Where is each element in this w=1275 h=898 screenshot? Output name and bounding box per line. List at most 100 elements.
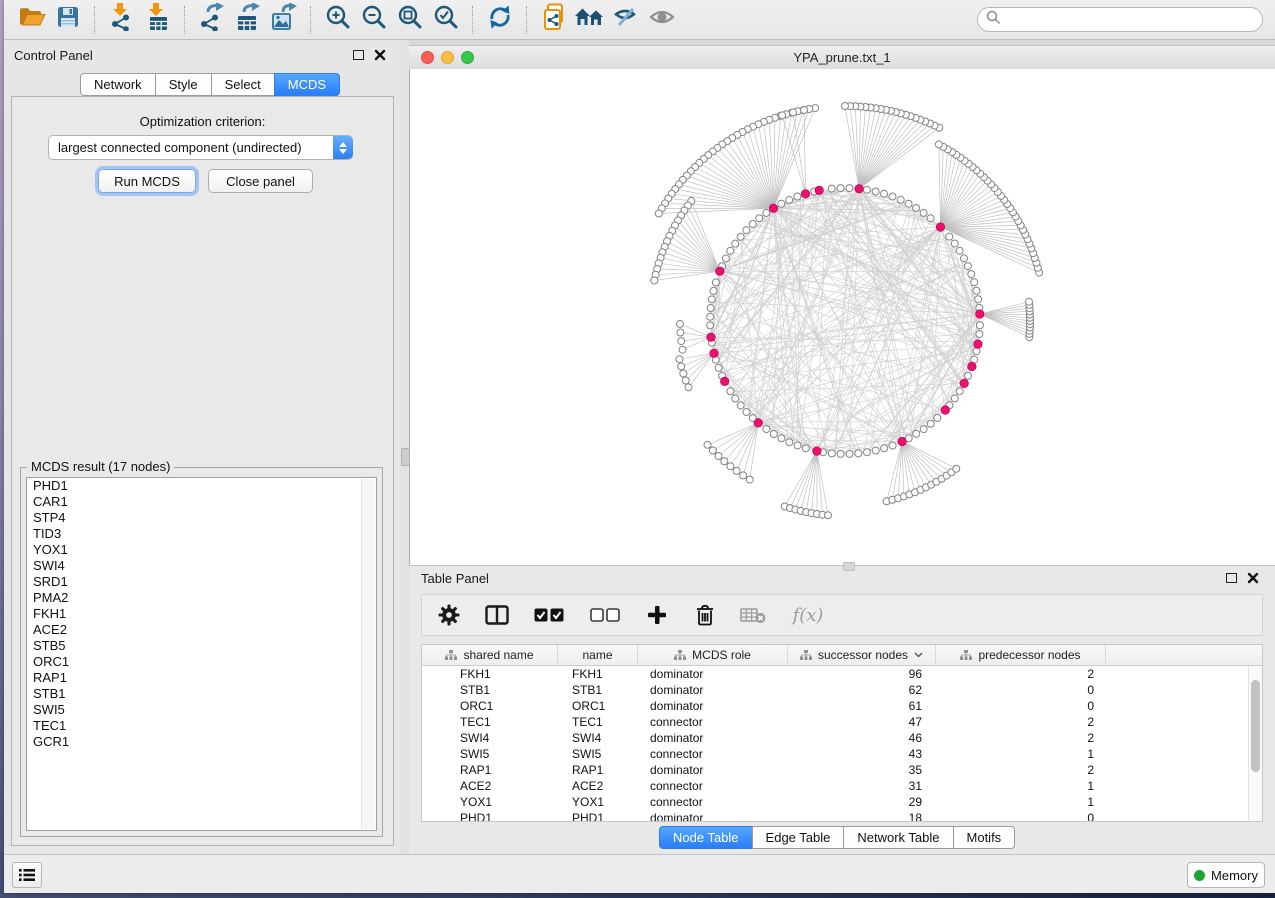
table-settings-button[interactable]	[436, 602, 462, 628]
clone-network-document-icon	[541, 3, 567, 36]
column-header-mcds-role[interactable]: MCDS role	[638, 645, 788, 665]
mcds-result-item[interactable]: SWI4	[27, 558, 376, 574]
zoom-in-button[interactable]	[321, 4, 355, 36]
mcds-result-item[interactable]: SRD1	[27, 574, 376, 590]
table-row[interactable]: SWI5SWI5connector431	[422, 746, 1262, 762]
unselect-all-columns-button[interactable]	[588, 602, 622, 628]
mcds-result-item[interactable]: PMA2	[27, 590, 376, 606]
tab-node-table[interactable]: Node Table	[659, 826, 753, 849]
column-header-shared-name[interactable]: shared name	[422, 645, 558, 665]
close-panel-button-mcds[interactable]: Close panel	[208, 169, 313, 193]
export-table-button[interactable]	[231, 4, 265, 36]
tab-network-table[interactable]: Network Table	[843, 826, 953, 849]
add-column-button[interactable]	[644, 602, 670, 628]
mcds-result-item[interactable]: CAR1	[27, 494, 376, 510]
mcds-result-item[interactable]: STP4	[27, 510, 376, 526]
float-table-panel-button[interactable]	[1226, 573, 1237, 583]
task-history-button[interactable]	[12, 862, 42, 888]
tab-network[interactable]: Network	[80, 73, 156, 96]
export-network-button[interactable]	[195, 4, 229, 36]
delete-table-button[interactable]	[740, 602, 766, 628]
zoom-out-button[interactable]	[357, 4, 391, 36]
mcds-result-item[interactable]: SWI5	[27, 702, 376, 718]
cell-name: SWI4	[558, 731, 638, 745]
table-row[interactable]: SWI4SWI4dominator462	[422, 730, 1262, 746]
new-network-from-selection-button[interactable]	[537, 4, 571, 36]
import-table-button[interactable]	[141, 4, 175, 36]
tab-edge-table[interactable]: Edge Table	[752, 826, 845, 849]
run-mcds-button[interactable]: Run MCDS	[98, 169, 196, 193]
table-tabs: Node Table Edge Table Network Table Moti…	[659, 826, 1015, 849]
mcds-result-item[interactable]: YOX1	[27, 542, 376, 558]
network-canvas[interactable]	[409, 69, 1275, 565]
table-scrollbar[interactable]	[1248, 666, 1262, 821]
export-image-icon	[270, 3, 298, 36]
mcds-result-item[interactable]: FKH1	[27, 606, 376, 622]
node-table: shared name name MCDS role successor nod…	[421, 644, 1263, 822]
cell-role: connector	[638, 779, 788, 793]
table-row[interactable]: FKH1FKH1dominator962	[422, 666, 1262, 682]
delete-columns-button[interactable]	[692, 602, 718, 628]
table-scrollbar-thumb[interactable]	[1251, 680, 1260, 772]
mcds-result-item[interactable]: PHD1	[27, 478, 376, 494]
open-session-button[interactable]	[15, 4, 49, 36]
search-input[interactable]	[1006, 11, 1262, 28]
hide-selected-icon	[612, 5, 640, 34]
vertical-splitter[interactable]	[400, 40, 409, 855]
close-panel-button[interactable]	[374, 49, 386, 61]
table-row[interactable]: ACE2ACE2connector311	[422, 778, 1262, 794]
table-row[interactable]: RAP1RAP1dominator352	[422, 762, 1262, 778]
mcds-result-item[interactable]: ORC1	[27, 654, 376, 670]
first-neighbors-button[interactable]	[573, 4, 607, 36]
cell-predecessors: 0	[936, 699, 1106, 713]
attribute-icon	[800, 650, 812, 660]
mcds-result-item[interactable]: ACE2	[27, 622, 376, 638]
column-header-predecessor-nodes[interactable]: predecessor nodes	[936, 645, 1106, 665]
network-window-title: YPA_prune.txt_1	[409, 50, 1275, 65]
table-row[interactable]: TEC1TEC1connector472	[422, 714, 1262, 730]
zoom-selected-button[interactable]	[429, 4, 463, 36]
criterion-select[interactable]: largest connected component (undirected)	[48, 135, 353, 160]
mcds-result-item[interactable]: TEC1	[27, 718, 376, 734]
tab-style[interactable]: Style	[155, 73, 212, 96]
cell-predecessors: 1	[936, 747, 1106, 761]
tab-select[interactable]: Select	[211, 73, 275, 96]
horizontal-splitter-handle[interactable]	[843, 562, 855, 571]
network-graph[interactable]	[410, 69, 1275, 565]
table-row[interactable]: PHD1PHD1dominator180	[422, 810, 1262, 822]
cell-name: PHD1	[558, 811, 638, 822]
mcds-result-item[interactable]: STB1	[27, 686, 376, 702]
tab-mcds[interactable]: MCDS	[274, 73, 340, 96]
mcds-result-item[interactable]: RAP1	[27, 670, 376, 686]
table-row[interactable]: STB1STB1dominator620	[422, 682, 1262, 698]
select-all-columns-button[interactable]	[532, 602, 566, 628]
apply-layout-button[interactable]	[483, 4, 517, 36]
mcds-list-scrollbar[interactable]	[361, 479, 375, 829]
hide-selected-button[interactable]	[609, 4, 643, 36]
split-view-button[interactable]	[484, 602, 510, 628]
zoom-fit-button[interactable]	[393, 4, 427, 36]
cell-successors: 46	[788, 731, 936, 745]
import-network-button[interactable]	[105, 4, 139, 36]
save-session-button[interactable]	[51, 4, 85, 36]
export-image-button[interactable]	[267, 4, 301, 36]
mcds-result-item[interactable]: STB5	[27, 638, 376, 654]
cell-role: dominator	[638, 763, 788, 777]
graphics-details-button[interactable]	[645, 4, 679, 36]
table-row[interactable]: YOX1YOX1connector291	[422, 794, 1262, 810]
fx-icon: f(x)	[793, 605, 824, 626]
table-row[interactable]: ORC1ORC1dominator610	[422, 698, 1262, 714]
float-panel-button[interactable]	[353, 50, 364, 60]
tab-motifs[interactable]: Motifs	[953, 826, 1016, 849]
toolbar-separator	[184, 6, 186, 34]
function-builder-button[interactable]: f(x)	[788, 602, 828, 628]
optimization-criterion-label: Optimization criterion:	[12, 114, 393, 129]
memory-button[interactable]: Memory	[1187, 862, 1265, 888]
cell-shared-name: YOX1	[422, 795, 558, 809]
close-table-panel-button[interactable]	[1247, 572, 1259, 584]
mcds-result-item[interactable]: TID3	[27, 526, 376, 542]
mcds-result-item[interactable]: GCR1	[27, 734, 376, 750]
column-header-name[interactable]: name	[558, 645, 638, 665]
column-header-successor-nodes[interactable]: successor nodes	[788, 645, 936, 665]
search-icon	[986, 10, 1001, 30]
